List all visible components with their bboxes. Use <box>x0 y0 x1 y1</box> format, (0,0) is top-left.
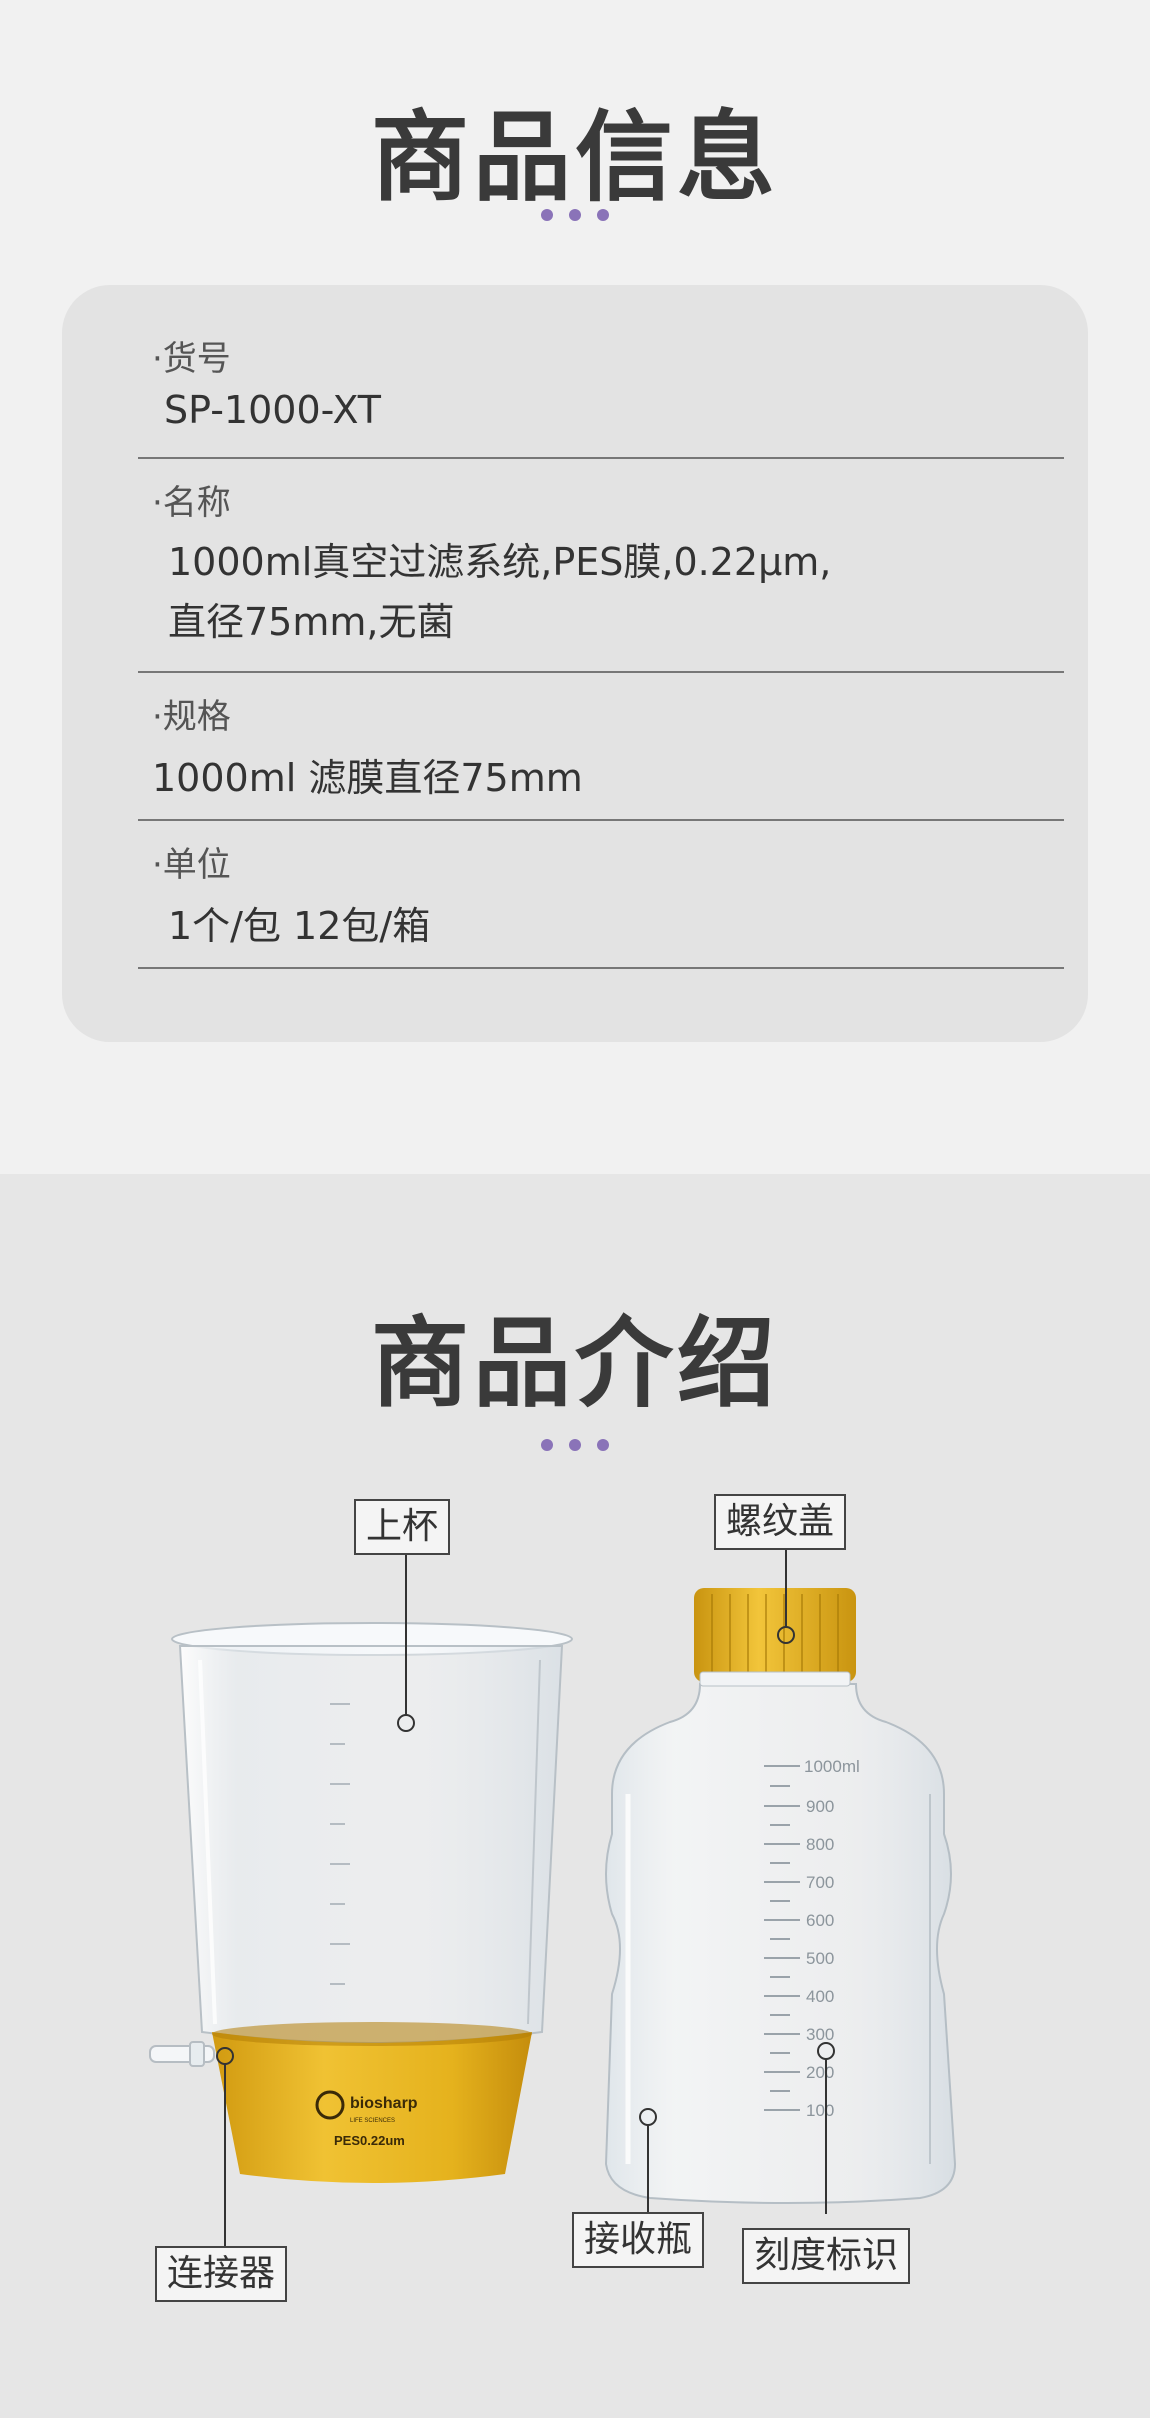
callout-graduation-marks: 刻度标识 <box>742 2228 911 2284</box>
info-label: ·规格 <box>152 697 231 737</box>
info-value: 1个/包 12包/箱 <box>168 904 431 948</box>
product-intro-section: 商品介绍 biosharp LIFE SCIENCES PES0.22um 10… <box>0 1174 1150 2418</box>
info-row-spec: ·规格 1000ml 滤膜直径75mm <box>138 673 1064 821</box>
cup-tagline-text: LIFE SCIENCES <box>350 2118 395 2124</box>
callout-connector: 连接器 <box>155 2246 288 2302</box>
grad-label: 900 <box>806 1797 834 1816</box>
cup-membrane-text: PES0.22um <box>334 2133 405 2148</box>
product-info-title: 商品信息 <box>370 101 779 215</box>
info-label: ·单位 <box>152 845 231 885</box>
info-label: ·名称 <box>152 483 231 523</box>
info-value: 直径75mm,无菌 <box>168 600 455 644</box>
upper-cup-icon <box>171 1622 573 2044</box>
product-info-section: 商品信息 ·货号 SP-1000-XT ·名称 1000ml真空过滤系统,PES… <box>0 0 1150 1174</box>
info-value: SP-1000-XT <box>164 388 382 432</box>
grad-label: 700 <box>806 1873 834 1892</box>
grad-label: 400 <box>806 1987 834 2006</box>
product-info-card: ·货号 SP-1000-XT ·名称 1000ml真空过滤系统,PES膜,0.2… <box>62 285 1088 1042</box>
info-value: 1000ml真空过滤系统,PES膜,0.22μm, <box>168 540 832 584</box>
grad-label: 1000ml <box>804 1757 860 1776</box>
grad-label: 100 <box>806 2101 834 2120</box>
info-row-name: ·名称 1000ml真空过滤系统,PES膜,0.22μm, 直径75mm,无菌 <box>138 459 1064 673</box>
screw-cap-icon <box>694 1588 856 1687</box>
callout-screw-cap: 螺纹盖 <box>714 1494 847 1550</box>
info-row-sku: ·货号 SP-1000-XT <box>138 331 1064 459</box>
grad-label: 500 <box>806 1949 834 1968</box>
grad-label: 300 <box>806 2025 834 2044</box>
info-row-unit: ·单位 1个/包 12包/箱 <box>138 821 1064 969</box>
info-value: 1000ml 滤膜直径75mm <box>152 756 583 800</box>
grad-label: 200 <box>806 2063 834 2082</box>
receiver-bottle-icon <box>604 1683 957 2204</box>
info-label: ·货号 <box>152 339 231 379</box>
callout-receiver-bottle: 接收瓶 <box>572 2212 705 2268</box>
connector-nozzle-icon <box>149 2041 215 2067</box>
title-dots-decoration <box>0 206 1150 225</box>
cup-brand-text: biosharp <box>350 2095 418 2112</box>
grad-label: 800 <box>806 1835 834 1854</box>
grad-label: 600 <box>806 1911 834 1930</box>
product-illustration-area: biosharp LIFE SCIENCES PES0.22um 1000ml … <box>0 1174 1150 2418</box>
cup-base-icon: biosharp LIFE SCIENCES PES0.22um <box>212 2022 532 2183</box>
callout-upper-cup: 上杯 <box>354 1499 451 1555</box>
